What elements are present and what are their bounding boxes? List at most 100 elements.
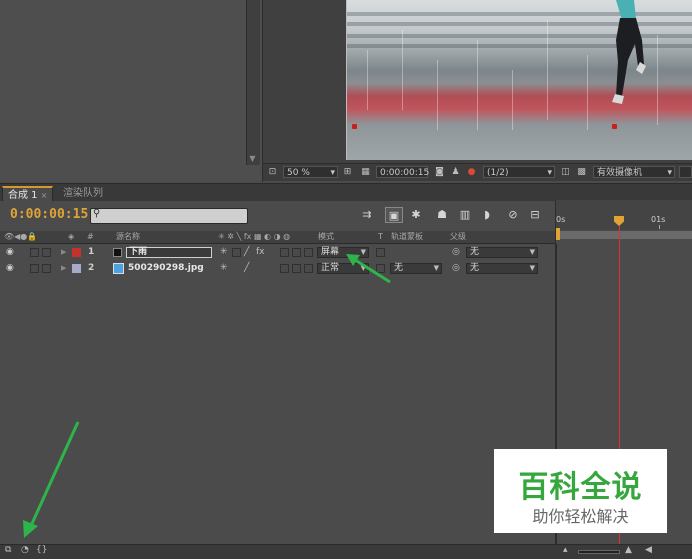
composition-preview[interactable] xyxy=(346,0,692,160)
parent-value: 无 xyxy=(470,247,480,257)
solo-switch[interactable] xyxy=(42,264,51,273)
transfer-controls-toggle-icon[interactable]: ◔ xyxy=(21,545,29,555)
layer-switches-toggle-icon[interactable]: ⧉ xyxy=(5,545,11,555)
tab-composition-label: 合成 1 xyxy=(8,190,38,201)
chevron-down-icon: ▾ xyxy=(330,168,335,178)
in-out-toggle-icon[interactable]: {} xyxy=(36,545,47,555)
parent-value: 无 xyxy=(470,263,480,273)
layer-number: 2 xyxy=(88,263,95,273)
switches-column-icons[interactable]: ✳ ✲ ╲ fx ▦ ◐ ◑ ◍ xyxy=(218,231,290,243)
ruler-label: 01s xyxy=(651,215,666,224)
channel-icon[interactable]: ● xyxy=(465,166,478,178)
chevron-down-icon: ▾ xyxy=(547,168,552,178)
pick-whip-icon[interactable]: ◎ xyxy=(452,246,460,259)
anchor-point[interactable] xyxy=(352,124,357,129)
parent-column-header[interactable]: 父级 xyxy=(450,231,466,243)
resolution-dropdown[interactable]: (1/2) ▾ xyxy=(483,166,555,178)
project-scrollbar[interactable] xyxy=(246,0,260,165)
expand-arrow-icon[interactable]: ▶ xyxy=(61,246,66,259)
adjustment-switch[interactable] xyxy=(304,248,313,257)
layer-label-color[interactable] xyxy=(72,248,81,257)
image-file-icon xyxy=(113,263,124,274)
transparency-grid-icon[interactable]: ▦ xyxy=(359,166,372,178)
trkmat-column-header[interactable]: 轨道蒙板 xyxy=(391,231,423,243)
camera-dropdown[interactable]: 有效摄像机 ▾ xyxy=(593,166,675,178)
frame-blend-switch[interactable] xyxy=(280,264,289,273)
snapshot-icon[interactable]: ◙ xyxy=(433,166,446,178)
annotation-arrow-icon xyxy=(23,421,80,538)
layer-column-header: 👁◀●🔒 ◈ # 源名称 ✳ ✲ ╲ fx ▦ ◐ ◑ ◍ 模式 T 轨道蒙板 … xyxy=(0,231,556,244)
eye-icon[interactable]: ◉ xyxy=(6,262,14,275)
safe-zones-icon[interactable]: ⊞ xyxy=(341,166,354,178)
annotation-arrow-icon xyxy=(346,254,391,284)
layer-label-color[interactable] xyxy=(72,264,81,273)
watermark-subtitle: 助你轻松解决 xyxy=(532,507,629,526)
av-features-icon[interactable]: 👁◀●🔒 xyxy=(4,231,37,243)
source-name-column-header[interactable]: 源名称 xyxy=(116,231,140,243)
parent-dropdown[interactable]: 无 ▼ xyxy=(466,263,538,274)
live-update-icon[interactable]: ▣ xyxy=(385,207,403,223)
frame-blend-switch[interactable] xyxy=(280,248,289,257)
quality-switch-icon[interactable]: ╱ xyxy=(244,262,249,275)
expand-arrow-icon[interactable]: ▶ xyxy=(61,262,66,275)
viewer-timecode[interactable]: 0:00:00:15 xyxy=(376,166,429,178)
motion-blur-icon[interactable]: ◗ xyxy=(478,207,496,223)
label-column-icon[interactable]: ◈ xyxy=(68,231,74,243)
grid-icon[interactable]: ▩ xyxy=(575,166,588,178)
search-input[interactable] xyxy=(90,208,248,224)
quality-switch-icon[interactable]: ╱ xyxy=(244,246,249,259)
number-column-header: # xyxy=(87,232,94,241)
show-snapshot-icon[interactable]: ♟ xyxy=(449,166,462,178)
close-icon[interactable]: × xyxy=(41,191,48,200)
zoom-in-icon[interactable]: ▲ xyxy=(625,545,632,555)
work-area-bar[interactable] xyxy=(560,231,692,239)
views-dropdown[interactable] xyxy=(679,166,692,178)
mini-flowchart-icon[interactable]: ⇉ xyxy=(357,207,377,223)
zoom-dropdown[interactable]: 50 % ▾ xyxy=(283,166,338,178)
audio-switch[interactable] xyxy=(30,264,39,273)
collapse-switch[interactable] xyxy=(232,248,241,257)
chevron-down-icon: ▾ xyxy=(667,168,672,178)
shy-switch-icon[interactable]: ✳ xyxy=(220,262,228,275)
solo-switch[interactable] xyxy=(42,248,51,257)
layer-row[interactable]: ◉ ▶ 1 下雨 ✳ ╱ fx 屏幕 ▼ ◎ 无 ▼ xyxy=(0,246,556,259)
work-area-start[interactable] xyxy=(556,228,560,240)
draft-3d-icon[interactable]: ✱ xyxy=(407,207,425,223)
scroll-down-icon[interactable]: ▼ xyxy=(246,152,259,165)
zoom-slider[interactable] xyxy=(578,550,620,554)
ruler-label: 0s xyxy=(556,215,566,224)
timeline-timecode[interactable]: 0:00:00:15 xyxy=(10,207,88,222)
tab-composition[interactable]: 合成 1 × xyxy=(2,186,54,201)
always-preview-icon[interactable]: ⊡ xyxy=(266,166,279,178)
t-column-header: T xyxy=(378,232,383,241)
audio-switch[interactable] xyxy=(30,248,39,257)
time-ruler[interactable] xyxy=(556,200,692,230)
eye-icon[interactable]: ◉ xyxy=(6,246,14,259)
region-of-interest-icon[interactable]: ◫ xyxy=(559,166,572,178)
ruler-tick xyxy=(659,225,660,229)
effect-switch-icon[interactable]: fx xyxy=(256,246,265,259)
graph-editor-icon[interactable]: ⊘ xyxy=(504,207,522,223)
panel-tabs: 合成 1 × 渲染队列 xyxy=(0,183,692,201)
frame-blending-icon[interactable]: ▥ xyxy=(456,207,474,223)
anchor-point[interactable] xyxy=(612,124,617,129)
mode-column-header[interactable]: 模式 xyxy=(318,231,334,243)
layer-row[interactable]: ◉ ▶ 2 500290298.jpg ✳ ╱ 正常 ▼ 无 ▼ ◎ 无 ▼ xyxy=(0,262,556,275)
motion-blur-switch[interactable] xyxy=(292,264,301,273)
chevron-down-icon: ▼ xyxy=(529,248,535,256)
brainstorm-icon[interactable]: ⊟ xyxy=(526,207,544,223)
shy-switch-icon[interactable]: ✳ xyxy=(220,246,228,259)
resolution-value: (1/2) xyxy=(487,168,509,178)
shy-layers-icon[interactable]: ☗ xyxy=(433,207,451,223)
motion-blur-switch[interactable] xyxy=(292,248,301,257)
zoom-value: 50 % xyxy=(287,168,310,178)
layer-name-edit-field[interactable]: 下雨 xyxy=(126,247,212,258)
tab-render-queue[interactable]: 渲染队列 xyxy=(58,186,108,201)
adjustment-switch[interactable] xyxy=(304,264,313,273)
mode-value: 屏幕 xyxy=(321,247,340,257)
parent-dropdown[interactable]: 无 ▼ xyxy=(466,247,538,258)
pick-whip-icon[interactable]: ◎ xyxy=(452,262,460,275)
viewer-toolbar: ⊡ 50 % ▾ ⊞ ▦ 0:00:00:15 ◙ ♟ ● (1/2) ▾ ◫ ▩ … xyxy=(263,163,692,181)
zoom-out-icon[interactable]: ▴ xyxy=(563,545,568,555)
scroll-left-icon[interactable]: ◀ xyxy=(645,545,652,555)
